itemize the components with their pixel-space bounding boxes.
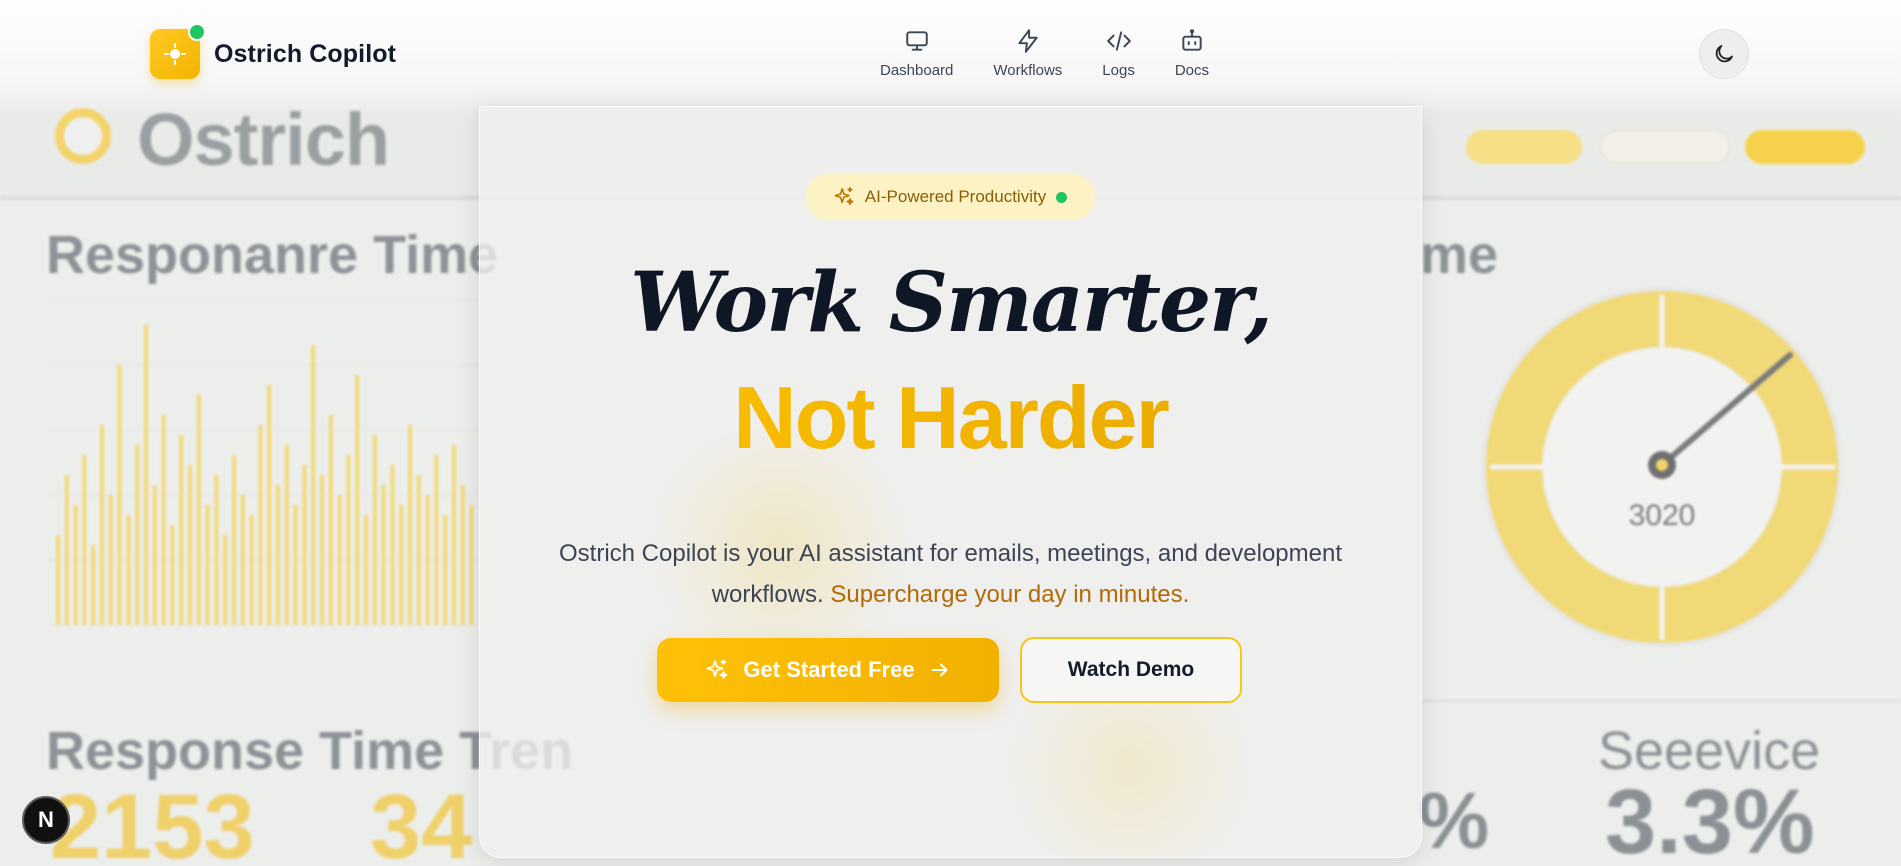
- bg-bar: [223, 535, 228, 625]
- bg-bar: [144, 325, 148, 625]
- bg-bar: [73, 505, 78, 625]
- bg-bar: [135, 445, 140, 625]
- brand-link[interactable]: Ostrich Copilot: [150, 23, 397, 79]
- bg-panel-title: Responanre Time: [46, 225, 499, 285]
- bg-bar: [108, 495, 113, 625]
- monitor-icon: [904, 26, 930, 56]
- sparkle-logo-icon: [164, 43, 186, 65]
- lightning-icon: [1015, 26, 1041, 56]
- watch-demo-button[interactable]: Watch Demo: [1020, 637, 1242, 703]
- nav-label: Logs: [1102, 62, 1135, 79]
- hero-subtitle-accent: Supercharge your day in minutes.: [830, 581, 1190, 608]
- bg-bar: [346, 455, 351, 625]
- online-status-dot: [188, 23, 206, 41]
- sparkles-icon: [707, 659, 728, 679]
- bg-bar: [267, 385, 272, 625]
- bg-bar: [328, 415, 333, 625]
- bg-bar: [117, 365, 122, 625]
- bg-bar: [179, 435, 184, 625]
- moon-icon: [1715, 45, 1733, 63]
- get-started-label: Get Started Free: [743, 657, 915, 682]
- bg-bar: [196, 395, 201, 625]
- hero-title-line2: Not Harder: [480, 367, 1421, 469]
- nav-item-dashboard[interactable]: Dashboard: [860, 26, 973, 79]
- theme-toggle-button[interactable]: [1699, 29, 1749, 79]
- brand-logo: [150, 23, 206, 79]
- badge-text: AI-Powered Productivity: [864, 187, 1047, 206]
- bg-bar: [276, 485, 280, 625]
- ai-badge: AI-Powered Productivity: [805, 174, 1095, 220]
- bg-bar: [372, 435, 377, 625]
- bg-bar: [408, 425, 412, 625]
- bg-bar: [100, 425, 104, 625]
- bg-bar: [452, 445, 456, 625]
- bg-stat: %: [1418, 776, 1490, 865]
- bg-bar: [170, 525, 175, 625]
- bg-bar: [205, 505, 210, 625]
- bg-pill: [1466, 130, 1582, 164]
- nav-item-workflows[interactable]: Workflows: [973, 26, 1082, 79]
- hero-title-line1: Work Smarter,: [630, 255, 1273, 351]
- top-navbar: Ostrich Copilot Dashboard Workflows Logs…: [0, 0, 1901, 110]
- get-started-button[interactable]: Get Started Free: [657, 638, 999, 702]
- bg-bar: [82, 455, 87, 625]
- bg-gauge-value: 3020: [1629, 499, 1696, 532]
- bg-bar: [91, 545, 96, 625]
- bg-bar: [64, 475, 69, 625]
- bg-bar: [425, 495, 430, 625]
- bg-bar: [399, 505, 404, 625]
- bg-bar: [337, 495, 342, 625]
- bg-bar-chart: [50, 299, 480, 626]
- bg-bar: [311, 345, 316, 625]
- bg-bar: [188, 465, 192, 625]
- nav-item-docs[interactable]: Docs: [1155, 26, 1229, 79]
- arrow-right-icon: [931, 663, 948, 677]
- bg-bar: [232, 455, 236, 625]
- bg-bar: [443, 515, 448, 625]
- bg-bar: [249, 515, 254, 625]
- hero-subtitle: Ostrich Copilot is your AI assistant for…: [520, 533, 1381, 615]
- nav-item-logs[interactable]: Logs: [1082, 26, 1155, 79]
- bg-bar: [293, 505, 298, 625]
- sparkles-icon: [834, 187, 854, 206]
- bg-bar: [152, 485, 157, 625]
- bg-bar: [320, 475, 324, 625]
- main-nav: Dashboard Workflows Logs Docs: [860, 26, 1229, 79]
- bg-bar: [381, 485, 386, 625]
- bg-bar: [302, 465, 307, 625]
- bg-stat: 3.3%: [1605, 771, 1815, 866]
- hero-card: AI-Powered Productivity Work Smarter, No…: [479, 106, 1422, 858]
- robot-icon: [1179, 26, 1205, 56]
- nav-label: Workflows: [993, 62, 1063, 79]
- bg-gauge: 3020: [1482, 287, 1842, 647]
- bg-bar: [258, 425, 263, 625]
- bg-stat: 2153: [50, 776, 255, 866]
- bg-bar: [56, 535, 60, 625]
- bg-bar: [469, 505, 474, 625]
- bg-logo: [55, 108, 111, 164]
- bg-bar: [364, 515, 368, 625]
- bg-bar: [240, 495, 245, 625]
- bg-stat: 34: [370, 776, 473, 866]
- dev-indicator-button[interactable]: N: [22, 796, 70, 844]
- bg-bar: [126, 515, 131, 625]
- bg-bar: [214, 475, 219, 625]
- bg-bar: [390, 465, 395, 625]
- bg-bar: [460, 485, 465, 625]
- bg-bar: [355, 375, 360, 625]
- bg-pill: [1745, 130, 1865, 164]
- nav-label: Docs: [1174, 62, 1210, 79]
- code-icon: [1106, 26, 1132, 56]
- brand-name: Ostrich Copilot: [214, 39, 397, 68]
- bg-bar: [416, 475, 421, 625]
- bg-pill: [1600, 130, 1730, 164]
- live-status-dot: [1056, 191, 1068, 203]
- nav-label: Dashboard: [880, 62, 954, 79]
- bg-bar: [161, 415, 166, 625]
- bg-bar: [434, 455, 439, 625]
- bg-bar: [284, 445, 289, 625]
